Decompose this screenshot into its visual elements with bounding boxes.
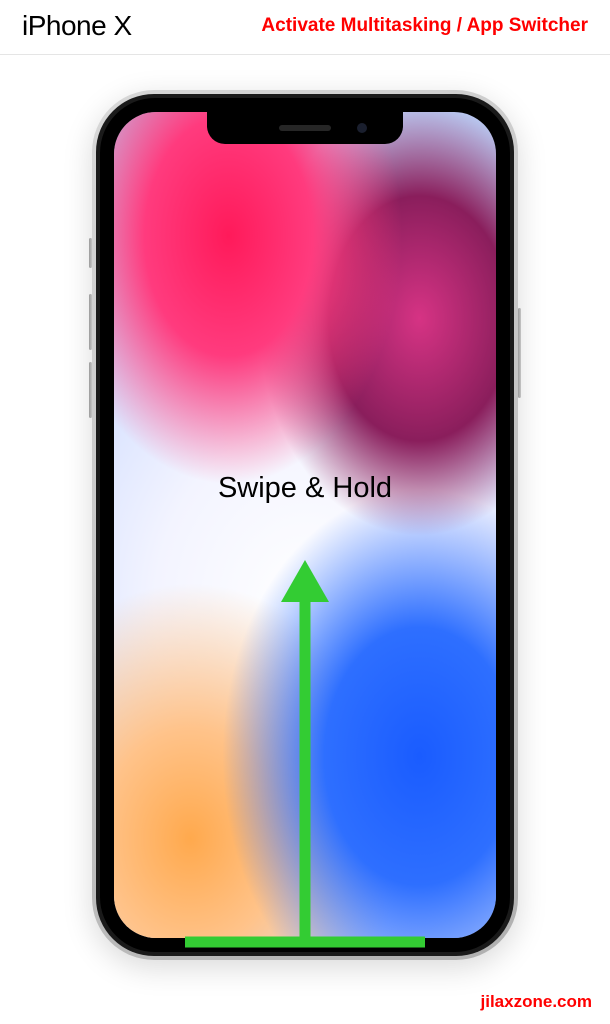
header-bar: iPhone X Activate Multitasking / App Swi… <box>0 0 610 55</box>
power-button-icon <box>518 308 521 398</box>
front-camera-icon <box>357 123 367 133</box>
notch <box>207 112 403 144</box>
volume-up-button-icon <box>89 294 92 350</box>
volume-down-button-icon <box>89 362 92 418</box>
device-name: iPhone X <box>22 10 132 42</box>
speaker-icon <box>279 125 331 131</box>
footer-credit: jilaxzone.com <box>481 992 592 1012</box>
gesture-label: Swipe & Hold <box>218 472 392 505</box>
instruction-title: Activate Multitasking / App Switcher <box>261 15 588 37</box>
swipe-arrow-icon <box>175 554 435 950</box>
mute-switch-icon <box>89 238 92 268</box>
